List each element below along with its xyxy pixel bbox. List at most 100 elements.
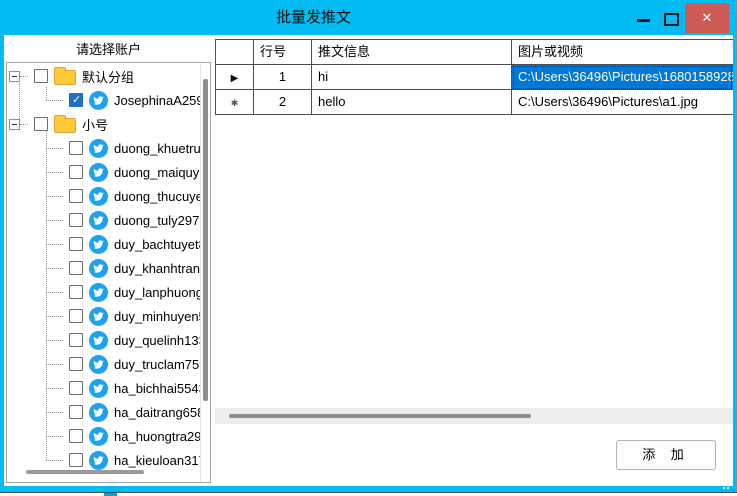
tree-node-label: ha_daitrang658 [114, 405, 200, 420]
tree-node-account[interactable]: ha_huongtra29 [7, 424, 200, 448]
tree-connector [46, 220, 63, 221]
cell-media[interactable]: C:\Users\36496\Pictures\1680158928 [512, 65, 733, 90]
tree-node-account[interactable]: duong_tuly297 [7, 208, 200, 232]
close-button[interactable]: ✕ [685, 3, 729, 33]
checkbox[interactable] [69, 261, 83, 275]
tree-node-label: ha_bichhai5543 [114, 381, 200, 396]
grid-row[interactable]: ▶ 1hiC:\Users\36496\Pictures\1680158928 [216, 65, 733, 90]
checkbox[interactable] [69, 237, 83, 251]
new-row-icon: ✱ [231, 98, 239, 108]
account-tree[interactable]: 默认分组 JosephinaA259 小号 duong_khuetru duong_ma… [6, 62, 211, 483]
tree-connector [46, 316, 63, 317]
window-title: 批量发推文 [276, 0, 351, 35]
cell-message[interactable]: hi [312, 65, 512, 90]
tree-node-label: duong_khuetru [114, 141, 200, 156]
tree-node-label: JosephinaA259 [114, 93, 200, 108]
tree-node-label: duy_truclam759 [114, 357, 200, 372]
tree-node-account[interactable]: ha_bichhai5543 [7, 376, 200, 400]
tree-node-label: duy_quelinh133 [114, 333, 200, 348]
tree-connector [46, 172, 63, 173]
checkbox[interactable] [34, 117, 48, 131]
grid-header-message[interactable]: 推文信息 [312, 40, 512, 65]
titlebar[interactable]: 批量发推文 ✕ [0, 0, 737, 35]
twitter-icon [89, 427, 108, 446]
tree-connector [46, 100, 63, 101]
tree-node-account[interactable]: duy_minhuyen5 [7, 304, 200, 328]
tree-connector [46, 364, 63, 365]
tree-node-account[interactable]: ha_kieuloan317 [7, 448, 200, 472]
twitter-icon [89, 283, 108, 302]
tree-node-label: duong_maiquy [114, 165, 199, 180]
twitter-icon [89, 235, 108, 254]
checkbox[interactable] [69, 429, 83, 443]
checkbox[interactable] [69, 93, 83, 107]
tree-node-account[interactable]: duy_khanhtran [7, 256, 200, 280]
tree-node-account[interactable]: ha_daitrang658 [7, 400, 200, 424]
collapse-icon[interactable] [9, 119, 20, 130]
row-indicator[interactable]: ✱ [216, 90, 254, 115]
twitter-icon [89, 379, 108, 398]
checkbox[interactable] [69, 357, 83, 371]
maximize-button[interactable] [664, 13, 679, 26]
checkbox[interactable] [69, 213, 83, 227]
cell-line-no[interactable]: 2 [254, 90, 312, 115]
grid-horizontal-scrollbar-track[interactable] [215, 408, 733, 424]
checkbox[interactable] [34, 69, 48, 83]
tree-connector [46, 388, 63, 389]
tree-node-label: duy_lanphuong [114, 285, 200, 300]
tree-node-group[interactable]: 默认分组 [7, 64, 200, 88]
tree-connector [46, 148, 63, 149]
grid-header-line-no[interactable]: 行号 [254, 40, 312, 65]
twitter-icon [89, 163, 108, 182]
add-button[interactable]: 添 加 [616, 440, 716, 470]
checkbox[interactable] [69, 453, 83, 467]
twitter-icon [89, 355, 108, 374]
tree-node-account[interactable]: duy_quelinh133 [7, 328, 200, 352]
tree-node-group[interactable]: 小号 [7, 112, 200, 136]
row-indicator[interactable]: ▶ [216, 65, 254, 90]
tree-node-account[interactable]: duy_lanphuong [7, 280, 200, 304]
tree-connector [46, 340, 63, 341]
checkbox[interactable] [69, 405, 83, 419]
cell-media[interactable]: C:\Users\36496\Pictures\a1.jpg [512, 90, 733, 115]
checkbox[interactable] [69, 309, 83, 323]
minimize-button[interactable] [637, 10, 651, 22]
tree-vertical-scrollbar[interactable] [203, 79, 208, 401]
cell-message[interactable]: hello [312, 90, 512, 115]
grid-header-media[interactable]: 图片或视频 [512, 40, 733, 65]
tree-connector [20, 76, 28, 77]
tree-node-account[interactable]: duong_khuetru [7, 136, 200, 160]
resize-grip-icon [723, 487, 725, 489]
tree-node-label: duy_bachtuyet8 [114, 237, 200, 252]
tree-connector [46, 412, 63, 413]
grid-header-selector[interactable] [216, 40, 254, 65]
checkbox[interactable] [69, 165, 83, 179]
checkbox[interactable] [69, 285, 83, 299]
checkbox[interactable] [69, 141, 83, 155]
checkbox[interactable] [69, 189, 83, 203]
grid-horizontal-scrollbar[interactable] [229, 414, 531, 418]
tree-node-account[interactable]: duy_bachtuyet8 [7, 232, 200, 256]
tree-node-account[interactable]: duong_maiquy [7, 160, 200, 184]
tree-node-label: ha_kieuloan317 [114, 453, 200, 468]
tree-connector [46, 196, 63, 197]
resize-grip-icon [727, 483, 729, 485]
grid-body: ▶ 1hiC:\Users\36496\Pictures\1680158928 ✱ 2… [216, 65, 733, 115]
twitter-icon [89, 259, 108, 278]
twitter-icon [89, 139, 108, 158]
tree-horizontal-scrollbar[interactable] [26, 470, 144, 474]
tree-connector [46, 244, 63, 245]
tree-node-account[interactable]: duy_truclam759 [7, 352, 200, 376]
collapse-icon[interactable] [9, 71, 20, 82]
window-content: 请选择账户 默认分组 JosephinaA259 小号 duong_khuetrudu… [4, 35, 733, 486]
checkbox[interactable] [69, 333, 83, 347]
checkbox[interactable] [69, 381, 83, 395]
current-row-icon: ▶ [231, 73, 239, 84]
grid-row[interactable]: ✱ 2helloC:\Users\36496\Pictures\a1.jpg [216, 90, 733, 115]
tree-node-account[interactable]: JosephinaA259 [7, 88, 200, 112]
cell-line-no[interactable]: 1 [254, 65, 312, 90]
folder-icon [54, 70, 76, 85]
tree-panel-title: 请选择账户 [4, 38, 213, 62]
tree-node-account[interactable]: duong_thucuye [7, 184, 200, 208]
tree-connector [46, 292, 63, 293]
